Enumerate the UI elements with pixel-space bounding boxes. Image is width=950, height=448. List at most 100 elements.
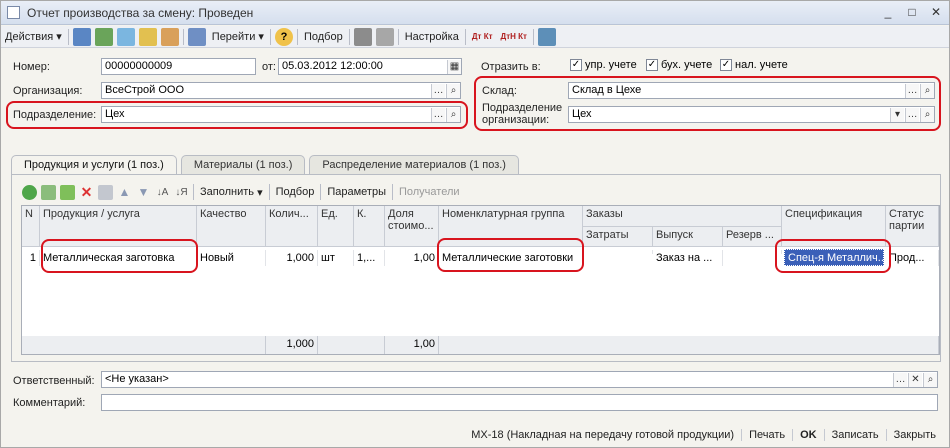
check-upr[interactable]: ✓ упр. учете bbox=[570, 59, 637, 71]
params-button[interactable]: Параметры bbox=[323, 182, 390, 202]
org-field[interactable]: ВсеСтрой ООО … ⌕ bbox=[101, 82, 461, 99]
dtkt-button[interactable]: Дт Кт bbox=[468, 27, 497, 47]
check-nal[interactable]: ✓ нал. учете bbox=[720, 59, 788, 71]
responsible-label: Ответственный: bbox=[13, 375, 95, 387]
toolbar-separator bbox=[269, 28, 271, 45]
cell-quality[interactable]: Новый bbox=[197, 250, 266, 266]
print-form-button[interactable]: МХ-18 (Накладная на передачу готовой про… bbox=[464, 429, 741, 441]
col-header-unit[interactable]: Ед. bbox=[318, 206, 354, 247]
col-header-k[interactable]: К. bbox=[354, 206, 385, 247]
settings-button[interactable]: Настройка bbox=[401, 27, 463, 47]
unpost-icon[interactable] bbox=[160, 27, 179, 46]
col-header-status-line2: партии bbox=[889, 220, 925, 232]
cell-share[interactable]: 1,00 bbox=[385, 250, 439, 266]
ellipsis-icon[interactable]: … bbox=[431, 84, 445, 98]
toolbar-separator bbox=[397, 28, 399, 45]
edit-icon[interactable] bbox=[116, 27, 135, 46]
org-label: Организация: bbox=[13, 85, 83, 97]
col-header-costs[interactable]: Затраты bbox=[583, 227, 653, 247]
cell-unit[interactable]: шт bbox=[318, 250, 354, 266]
cell-reserve[interactable] bbox=[723, 250, 782, 254]
toolbar-separator bbox=[391, 184, 393, 200]
podbor-button[interactable]: Подбор bbox=[300, 27, 347, 47]
sort-desc-icon[interactable]: ↓Я bbox=[174, 185, 189, 200]
table-podbor-button[interactable]: Подбор bbox=[272, 182, 319, 202]
structure-icon[interactable] bbox=[187, 27, 206, 46]
cell-costs[interactable] bbox=[583, 250, 653, 254]
checkbox-checked-icon: ✓ bbox=[570, 59, 582, 71]
edit-row-icon[interactable] bbox=[60, 184, 75, 200]
responsible-value: <Не указан> bbox=[105, 373, 169, 385]
goto-menu[interactable]: Перейти ▾ bbox=[208, 27, 268, 47]
copy-icon[interactable] bbox=[94, 27, 113, 46]
help-icon[interactable]: ? bbox=[274, 27, 293, 46]
col-header-orders[interactable]: Заказы bbox=[583, 206, 782, 227]
ok-button[interactable]: OK bbox=[792, 429, 824, 441]
recipients-button[interactable]: Получатели bbox=[395, 182, 464, 202]
highlight-product bbox=[41, 239, 198, 273]
cell-qty[interactable]: 1,000 bbox=[266, 250, 318, 266]
col-header-qty[interactable]: Колич... bbox=[266, 206, 318, 247]
checkbox-checked-icon: ✓ bbox=[646, 59, 658, 71]
sort-asc-icon[interactable]: ↓A bbox=[155, 185, 170, 200]
form-actions: МХ-18 (Накладная на передачу готовой про… bbox=[1, 422, 949, 448]
comment-field[interactable] bbox=[101, 394, 938, 411]
delete-row-icon[interactable]: ✕ bbox=[79, 184, 94, 200]
close-form-button[interactable]: Закрыть bbox=[885, 429, 943, 441]
col-header-quality[interactable]: Качество bbox=[197, 206, 266, 247]
col-header-reserve[interactable]: Резерв ... bbox=[723, 227, 782, 247]
tab-products[interactable]: Продукция и услуги (1 поз.) bbox=[11, 155, 177, 175]
table-toolbar: ✕ ▲ ▼ ↓A ↓Я Заполнить ▾ Подбор Параметры… bbox=[20, 183, 464, 201]
check-buh[interactable]: ✓ бух. учете bbox=[646, 59, 712, 71]
toolbar-separator bbox=[67, 28, 69, 45]
post-icon[interactable] bbox=[138, 27, 157, 46]
date-field[interactable]: 05.03.2012 12:00:00 ▦ bbox=[278, 58, 462, 75]
highlight-subdiv bbox=[6, 101, 468, 129]
search-icon[interactable]: ⌕ bbox=[923, 373, 937, 387]
footer-blank bbox=[439, 336, 939, 354]
responsible-field[interactable]: <Не указан> … ✕ ⌕ bbox=[101, 371, 938, 388]
number-label: Номер: bbox=[13, 61, 50, 73]
maximize-button[interactable]: □ bbox=[903, 4, 921, 21]
footer-share: 1,00 bbox=[385, 336, 439, 354]
ellipsis-icon[interactable]: … bbox=[893, 373, 907, 387]
toolbar-separator bbox=[348, 28, 350, 45]
col-header-n[interactable]: N bbox=[22, 206, 40, 247]
comment-label: Комментарий: bbox=[13, 397, 86, 409]
cell-n[interactable]: 1 bbox=[22, 250, 40, 266]
copy-row-icon[interactable] bbox=[41, 184, 56, 200]
actions-menu[interactable]: Действия ▾ bbox=[1, 27, 66, 47]
dtnkt-button[interactable]: ДтН Кт bbox=[497, 27, 531, 47]
tab-materials[interactable]: Материалы (1 поз.) bbox=[180, 155, 306, 174]
checkbox-checked-icon: ✓ bbox=[720, 59, 732, 71]
tab-distribution[interactable]: Распределение материалов (1 поз.) bbox=[309, 155, 519, 174]
col-header-status-line1: Статус bbox=[889, 208, 924, 220]
move-up-icon[interactable]: ▲ bbox=[117, 185, 132, 200]
toolbar-separator bbox=[532, 28, 534, 45]
add-row-icon[interactable] bbox=[22, 184, 37, 200]
list-icon[interactable] bbox=[353, 27, 372, 46]
cell-k[interactable]: 1,... bbox=[354, 250, 385, 266]
cell-release[interactable]: Заказ на ... bbox=[653, 250, 723, 266]
footer-blank bbox=[318, 336, 385, 354]
cell-status[interactable]: Прод... bbox=[886, 250, 939, 266]
goto-label: Перейти bbox=[211, 30, 256, 43]
number-field[interactable]: 00000000009 bbox=[101, 58, 256, 75]
col-header-release[interactable]: Выпуск bbox=[653, 227, 723, 247]
fill-menu[interactable]: Заполнить ▾ bbox=[196, 182, 267, 202]
clear-icon[interactable]: ✕ bbox=[908, 373, 922, 387]
add-icon[interactable] bbox=[72, 27, 91, 46]
search-icon[interactable]: ⌕ bbox=[446, 84, 460, 98]
col-header-status[interactable]: Статус партии bbox=[886, 206, 939, 247]
minimize-button[interactable]: _ bbox=[879, 4, 897, 21]
close-button[interactable]: ✕ bbox=[927, 4, 945, 21]
save-button[interactable]: Записать bbox=[823, 429, 886, 441]
end-edit-icon[interactable] bbox=[98, 184, 113, 200]
move-down-icon[interactable]: ▼ bbox=[136, 185, 151, 200]
filter-icon[interactable] bbox=[537, 27, 556, 46]
calendar-icon[interactable]: ▦ bbox=[447, 60, 461, 74]
table-icon[interactable] bbox=[375, 27, 394, 46]
col-header-share[interactable]: Доля стоимо... bbox=[385, 206, 439, 247]
check-nal-label: нал. учете bbox=[735, 59, 788, 71]
print-button[interactable]: Печать bbox=[741, 429, 792, 441]
